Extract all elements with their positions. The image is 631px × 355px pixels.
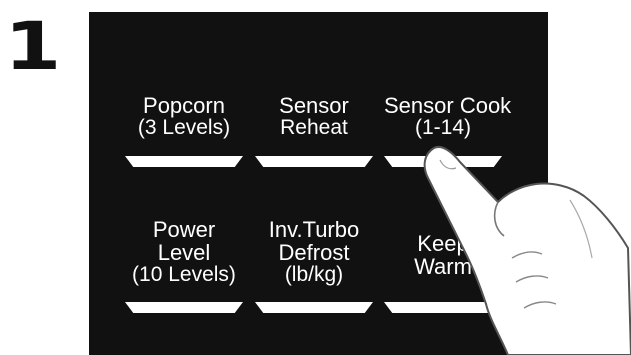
- button-indicator-bar: [125, 156, 243, 167]
- step-number: 1: [4, 8, 62, 85]
- button-label-line2: Defrost: [278, 240, 350, 266]
- button-label-line2: (3 Levels): [137, 116, 231, 140]
- button-indicator-bar: [125, 302, 243, 313]
- button-label-line2: Level: [157, 240, 211, 266]
- button-label-line3: (lb/kg): [284, 263, 344, 287]
- button-indicator-bar: [255, 302, 373, 313]
- button-indicator-bar: [255, 156, 373, 167]
- sensor-reheat-button[interactable]: Sensor Reheat: [255, 93, 373, 167]
- button-label-line3: (10 Levels): [132, 263, 236, 287]
- power-level-button[interactable]: Power Level (10 Levels): [125, 217, 243, 313]
- button-label-line2: Reheat: [280, 116, 348, 140]
- button-label-line1: Inv.Turbo: [268, 217, 360, 242]
- sensor-cook-button[interactable]: Sensor Cook (1-14): [384, 93, 512, 167]
- pointing-hand-icon: [423, 146, 631, 355]
- inv-turbo-defrost-button[interactable]: Inv.Turbo Defrost (lb/kg): [255, 217, 373, 313]
- button-label-line1: Power: [152, 217, 216, 242]
- button-label-line1: Sensor: [279, 93, 349, 118]
- button-label-line1: Sensor Cook: [384, 93, 512, 118]
- button-label-line2: (1-14): [414, 116, 472, 140]
- button-label-line1: Popcorn: [143, 93, 225, 118]
- popcorn-button[interactable]: Popcorn (3 Levels): [125, 93, 243, 167]
